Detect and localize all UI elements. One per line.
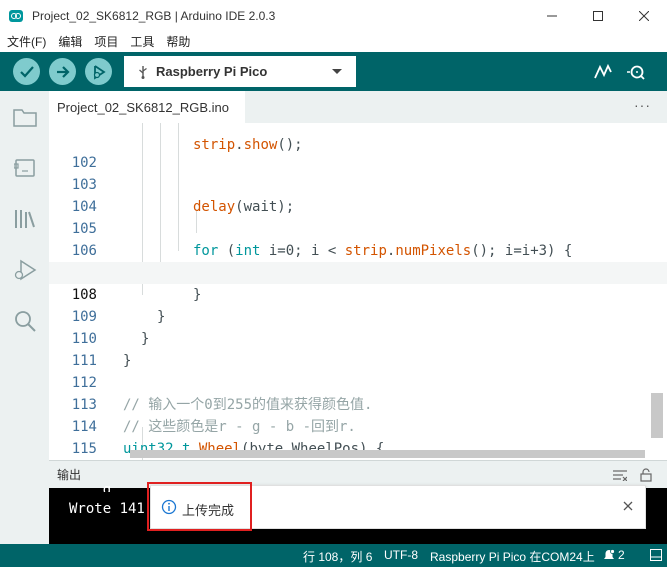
- code-line: 106 strip.setPixelColor(i+q, 0); //每3个像素…: [71, 243, 624, 281]
- library-icon: [14, 209, 35, 228]
- debug-icon: [93, 64, 106, 80]
- code-line-current: 108 }: [49, 262, 667, 325]
- debug-button[interactable]: [85, 58, 112, 85]
- cursor-position[interactable]: 行 108，列 6: [303, 548, 372, 565]
- serial-monitor-button[interactable]: [626, 61, 648, 83]
- window-controls: [529, 0, 667, 31]
- code-line: 110 }: [71, 331, 132, 369]
- close-window-button[interactable]: [621, 0, 667, 31]
- menu-file[interactable]: 文件(F): [7, 33, 46, 50]
- code-line: 113 // 这些颜色是r - g - b -回到r.: [71, 397, 356, 435]
- debug-panel-button[interactable]: [11, 256, 38, 283]
- menu-bar: 文件(F) 编辑 项目 工具 帮助: [0, 31, 667, 52]
- menu-tools[interactable]: 工具: [130, 33, 154, 50]
- board-name: Raspberry Pi Pico: [156, 64, 268, 79]
- menu-edit[interactable]: 编辑: [58, 33, 82, 50]
- minimize-icon: [547, 15, 557, 16]
- close-icon: [623, 501, 633, 511]
- board-icon: [13, 158, 35, 177]
- minimize-button[interactable]: [529, 0, 575, 31]
- bell-icon: [604, 549, 615, 559]
- debug-play-icon: [14, 259, 36, 280]
- search-icon: [14, 310, 36, 332]
- plotter-icon: [594, 64, 612, 79]
- vertical-scrollbar[interactable]: [651, 393, 663, 438]
- menu-help[interactable]: 帮助: [166, 33, 190, 50]
- notifications-button[interactable]: 2: [603, 548, 625, 562]
- serial-plotter-button[interactable]: [592, 61, 614, 83]
- toolbar: Raspberry Pi Pico: [0, 52, 667, 91]
- code-line: 107 }: [72, 265, 202, 303]
- dismiss-notification-button[interactable]: [619, 497, 637, 515]
- status-bar: 行 108，列 6 UTF-8 Raspberry Pi Pico 在COM24…: [0, 544, 667, 567]
- left-sidebar: [0, 91, 49, 544]
- maximize-button[interactable]: [575, 0, 621, 31]
- horizontal-scrollbar[interactable]: [130, 450, 645, 458]
- sketchbook-button[interactable]: [11, 103, 38, 130]
- title-bar: Project_02_SK6812_RGB | Arduino IDE 2.0.…: [0, 0, 667, 31]
- code-line: 102: [71, 155, 97, 171]
- output-line: Wrote 141: [69, 501, 145, 517]
- clear-output-button[interactable]: [611, 466, 629, 484]
- lock-icon: [640, 468, 652, 482]
- menu-sketch[interactable]: 项目: [94, 33, 118, 50]
- search-button[interactable]: [11, 307, 38, 334]
- code-line: 112 // 输入一个0到255的值来获得颜色值.: [71, 375, 373, 413]
- file-encoding[interactable]: UTF-8: [384, 548, 418, 562]
- board-selector[interactable]: Raspberry Pi Pico: [124, 56, 356, 87]
- library-manager-button[interactable]: [11, 205, 38, 232]
- usb-icon: [139, 65, 147, 79]
- output-title: 输出: [57, 468, 82, 482]
- layout-panel-icon: [650, 549, 662, 561]
- editor-tab-bar: Project_02_SK6812_RGB.ino ···: [49, 91, 667, 123]
- output-panel-header: 输出: [49, 460, 667, 488]
- serial-monitor-icon: [627, 65, 645, 80]
- code-editor[interactable]: strip.show(); 102 103 delay(wait); 104 1…: [49, 123, 667, 460]
- checkmark-icon: [19, 65, 34, 78]
- chevron-down-icon: [332, 69, 342, 74]
- clear-list-icon: [613, 470, 627, 481]
- tab-label: Project_02_SK6812_RGB.ino: [57, 99, 230, 115]
- output-line-partial: g: [69, 482, 112, 492]
- code-line: 115 if(WheelPos < 85) {: [71, 441, 97, 457]
- window-title: Project_02_SK6812_RGB | Arduino IDE 2.0.…: [32, 8, 276, 23]
- code-line: 109 }: [71, 309, 150, 347]
- maximize-icon: [593, 10, 603, 21]
- code-line: 103 delay(wait);: [71, 177, 295, 215]
- annotation-highlight-box: [147, 482, 252, 531]
- lock-scroll-button[interactable]: [637, 466, 655, 484]
- code-line: 105 for (int i=0; i < strip.numPixels();…: [71, 221, 573, 259]
- panel-toggle-button[interactable]: [650, 549, 662, 564]
- notifications-count: 2: [618, 548, 625, 562]
- code-line: 111: [71, 353, 97, 369]
- boards-manager-button[interactable]: [11, 154, 38, 181]
- verify-button[interactable]: [13, 58, 40, 85]
- board-port-status[interactable]: Raspberry Pi Pico 在COM24上: [430, 548, 595, 565]
- upload-button[interactable]: [49, 58, 76, 85]
- code-line: 114 uint32_t Wheel(byte WheelPos) {: [71, 419, 385, 457]
- close-icon: [639, 10, 649, 21]
- arrow-right-icon: [56, 65, 70, 78]
- folder-icon: [12, 108, 37, 127]
- arduino-logo-icon: [9, 9, 23, 22]
- tab-sketch-file[interactable]: Project_02_SK6812_RGB.ino: [49, 91, 245, 123]
- more-options-button[interactable]: ···: [634, 97, 651, 113]
- code-line: 104: [71, 199, 97, 215]
